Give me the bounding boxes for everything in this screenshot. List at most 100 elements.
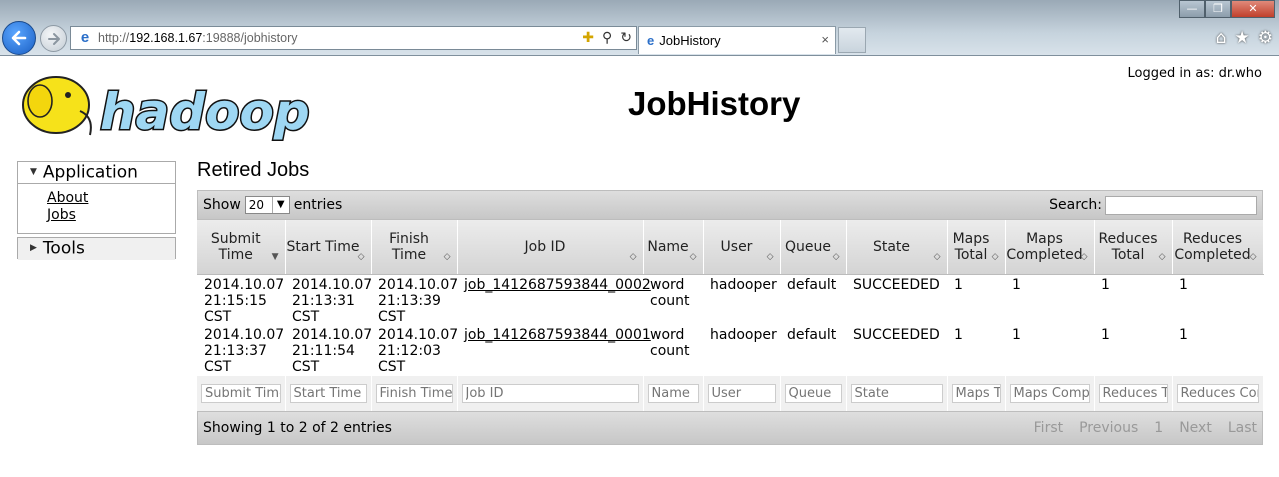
compatibility-icon[interactable]: ✚ — [582, 29, 594, 46]
filter-cell — [703, 376, 781, 411]
sort-both-icon: ◇ — [766, 251, 774, 262]
triangle-right-icon: ▶ — [30, 243, 37, 253]
search-icon[interactable]: ⚲ — [602, 29, 612, 46]
table-cell: 1 — [1179, 276, 1188, 293]
tab-close-icon[interactable]: × — [821, 32, 829, 47]
sidebar-item-jobs[interactable]: Jobs — [47, 207, 76, 223]
pager-page[interactable]: 1 — [1154, 420, 1163, 436]
column-header-label: State — [872, 238, 911, 255]
column-filter-input[interactable] — [375, 384, 453, 403]
sidebar-application-label: Application — [42, 162, 138, 183]
minimize-button[interactable]: — — [1179, 0, 1205, 18]
table-top-bar: Show 20 ▼ entries Search: — [197, 190, 1263, 220]
filter-cell — [643, 376, 704, 411]
column-filter-input[interactable] — [1009, 384, 1090, 403]
table-row: 2014.10.07 21:15:15 CST 2014.10.07 21:13:… — [197, 274, 1263, 325]
filter-cell — [1172, 376, 1264, 411]
sidebar-tools[interactable]: ▶ Tools — [17, 237, 176, 260]
table-cell: 1 — [954, 327, 963, 343]
logo-text: hadoop — [100, 83, 310, 141]
close-window-button[interactable]: ✕ — [1231, 0, 1275, 18]
column-header[interactable]: Reduces Completed ◇ — [1172, 220, 1264, 275]
sort-both-icon: ◇ — [1249, 251, 1257, 262]
sidebar-tools-label: Tools — [42, 238, 85, 259]
pager-next[interactable]: Next — [1179, 420, 1212, 436]
forward-button[interactable] — [40, 25, 67, 52]
column-header-label: Start Time — [286, 238, 360, 255]
job-id-link[interactable]: job_1412687593844_0001 — [464, 327, 651, 343]
column-header[interactable]: Maps Total ◇ — [947, 220, 1006, 275]
filter-cell — [846, 376, 948, 411]
column-filter-input[interactable] — [201, 384, 281, 403]
gear-icon[interactable]: ⚙ — [1258, 28, 1273, 48]
new-tab-button[interactable] — [838, 27, 866, 53]
column-filter-input[interactable] — [461, 384, 639, 403]
column-header[interactable]: Submit Time ▼ — [197, 220, 286, 275]
page-title: JobHistory — [628, 85, 801, 122]
table-cell: 2014.10.07 21:15:15 CST — [204, 276, 285, 325]
pager-last[interactable]: Last — [1228, 420, 1257, 436]
column-filter-input[interactable] — [951, 384, 1001, 403]
tab-jobhistory[interactable]: e JobHistory × — [638, 26, 836, 54]
sidebar-application-header[interactable]: ▼ Application — [18, 162, 175, 184]
column-header[interactable]: Reduces Total ◇ — [1094, 220, 1173, 275]
entries-select[interactable]: 20 ▼ — [244, 196, 290, 214]
search-input[interactable] — [1105, 195, 1257, 215]
pager-previous[interactable]: Previous — [1079, 420, 1138, 436]
star-icon[interactable]: ★ — [1235, 28, 1250, 48]
pager-first[interactable]: First — [1034, 420, 1063, 436]
browser-chrome: e http://192.168.1.67:19888/jobhistory ✚… — [0, 0, 1279, 56]
column-header[interactable]: Queue ◇ — [780, 220, 847, 275]
maximize-button[interactable]: ❐ — [1205, 0, 1231, 18]
table-cell: 1 — [1012, 327, 1021, 343]
sort-desc-icon: ▼ — [271, 251, 279, 262]
column-header[interactable]: User ◇ — [703, 220, 781, 275]
column-header[interactable]: Maps Completed ◇ — [1005, 220, 1095, 275]
logged-in-label: Logged in as: dr.who — [1127, 66, 1262, 81]
column-filter-input[interactable] — [289, 384, 367, 403]
column-header[interactable]: Finish Time ◇ — [371, 220, 458, 275]
window-controls: — ❐ ✕ — [1179, 0, 1275, 18]
url-protocol: http:// — [98, 31, 130, 45]
table-cell: 2014.10.07 21:13:39 CST — [378, 276, 459, 325]
refresh-icon[interactable]: ↻ — [620, 29, 632, 46]
table-cell: 2014.10.07 21:11:54 CST — [292, 327, 373, 375]
sidebar-item-about[interactable]: About — [47, 190, 88, 206]
filter-cell — [780, 376, 847, 411]
filter-cell — [1094, 376, 1173, 411]
column-filter-input[interactable] — [784, 384, 842, 403]
column-header-label: User — [720, 238, 753, 255]
column-header[interactable]: Name ◇ — [643, 220, 704, 275]
column-header[interactable]: Job ID ◇ — [457, 220, 644, 275]
show-label: Show — [203, 197, 241, 213]
sort-both-icon: ◇ — [1080, 251, 1088, 262]
table-info: Showing 1 to 2 of 2 entries — [203, 420, 392, 436]
sort-both-icon: ◇ — [357, 251, 365, 262]
arrow-right-icon — [47, 32, 60, 45]
column-header[interactable]: State ◇ — [846, 220, 948, 275]
address-actions: ✚ ⚲ ↻ — [582, 29, 632, 46]
table-cell: 2014.10.07 21:13:31 CST — [292, 276, 373, 325]
jobs-table: Submit Time ▼ Start Time ◇ Finish Time ◇ Job I… — [197, 220, 1264, 411]
column-filter-input[interactable] — [707, 384, 776, 403]
address-bar[interactable]: e http://192.168.1.67:19888/jobhistory ✚… — [70, 26, 637, 50]
table-cell: word count — [650, 327, 690, 359]
table-cell: 1 — [954, 276, 963, 293]
column-filter-input[interactable] — [850, 384, 943, 403]
ie-tab-icon: e — [647, 33, 655, 48]
entries-label: entries — [293, 197, 343, 213]
column-header-label: Reduces Total — [1098, 230, 1158, 263]
home-icon[interactable]: ⌂ — [1216, 28, 1227, 48]
ie-page-icon: e — [80, 29, 90, 46]
job-id-link[interactable]: job_1412687593844_0002 — [464, 277, 651, 293]
sort-both-icon: ◇ — [832, 251, 840, 262]
column-filter-input[interactable] — [647, 384, 699, 403]
table-cell: default — [787, 276, 837, 293]
filter-cell — [371, 376, 458, 411]
sidebar-tools-header[interactable]: ▶ Tools — [18, 238, 175, 260]
column-filter-input[interactable] — [1098, 384, 1168, 403]
back-button[interactable] — [2, 21, 36, 55]
entries-select-value: 20 — [248, 198, 265, 212]
column-header[interactable]: Start Time ◇ — [285, 220, 372, 275]
column-filter-input[interactable] — [1176, 384, 1259, 403]
